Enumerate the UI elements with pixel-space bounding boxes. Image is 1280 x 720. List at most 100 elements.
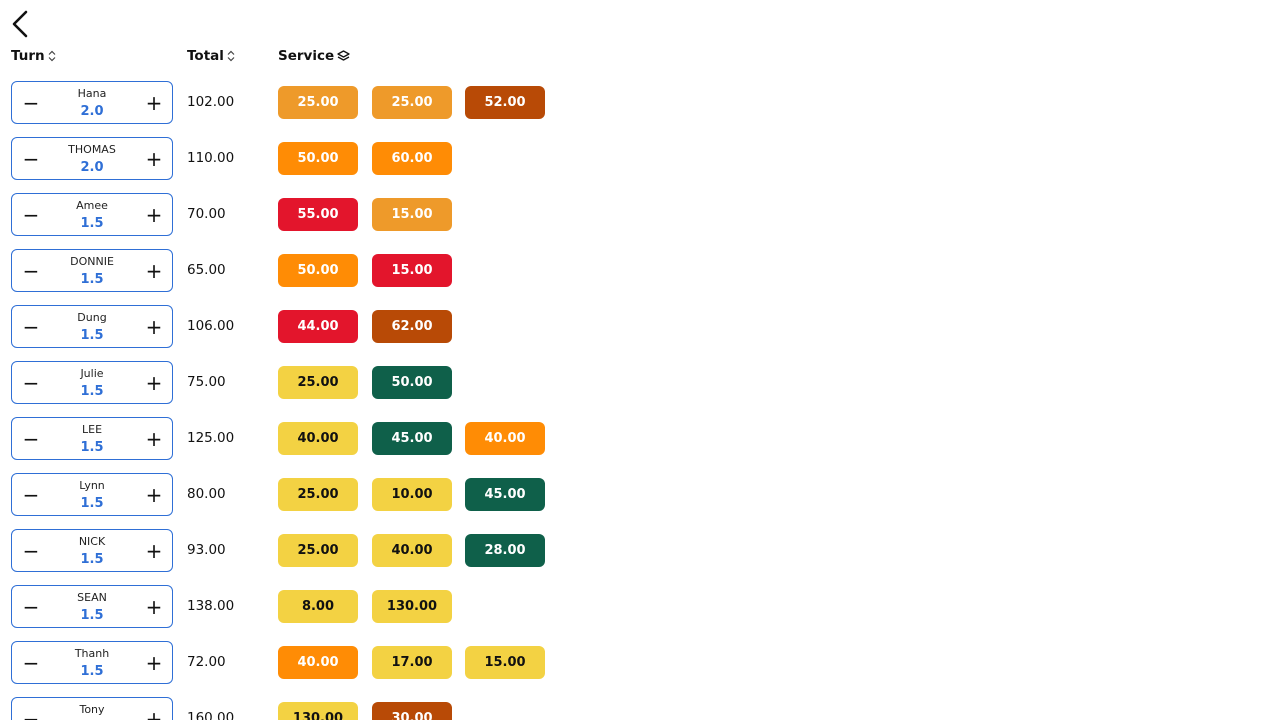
turn-value: 1.5 xyxy=(80,664,104,679)
service-chip[interactable]: 28.00 xyxy=(465,534,545,567)
total-value: 106.00 xyxy=(187,318,235,334)
sort-updown-icon xyxy=(48,50,56,62)
turn-value: 1.5 xyxy=(80,272,104,287)
service-chip[interactable]: 8.00 xyxy=(278,590,358,623)
service-chip[interactable]: 55.00 xyxy=(278,198,358,231)
plus-icon[interactable]: + xyxy=(143,259,165,283)
minus-icon[interactable]: − xyxy=(20,595,42,619)
service-chip[interactable]: 25.00 xyxy=(278,478,358,511)
turn-stepper[interactable]: − Hana 2.0 + xyxy=(11,81,173,124)
turn-value: 1.5 xyxy=(80,384,104,399)
plus-icon[interactable]: + xyxy=(143,427,165,451)
plus-icon[interactable]: + xyxy=(143,371,165,395)
total-value: 138.00 xyxy=(187,598,235,614)
minus-icon[interactable]: − xyxy=(20,203,42,227)
total-value: 75.00 xyxy=(187,374,226,390)
turn-stepper[interactable]: − NICK 1.5 + xyxy=(11,529,173,572)
turn-value: 1.5 xyxy=(80,440,104,455)
service-chip[interactable]: 45.00 xyxy=(372,422,452,455)
minus-icon[interactable]: − xyxy=(20,539,42,563)
plus-icon[interactable]: + xyxy=(143,203,165,227)
turn-value: 1.5 xyxy=(80,328,104,343)
service-column-header[interactable]: Service xyxy=(278,48,350,64)
minus-icon[interactable]: − xyxy=(20,483,42,507)
staff-name: THOMAS xyxy=(68,143,116,156)
turn-stepper[interactable]: − Amee 1.5 + xyxy=(11,193,173,236)
service-chip[interactable]: 45.00 xyxy=(465,478,545,511)
turn-stepper[interactable]: − Julie 1.5 + xyxy=(11,361,173,404)
service-chip[interactable]: 40.00 xyxy=(465,422,545,455)
service-chip[interactable]: 10.00 xyxy=(372,478,452,511)
total-value: 110.00 xyxy=(187,150,235,166)
service-chip[interactable]: 130.00 xyxy=(372,590,452,623)
turn-stepper[interactable]: − SEAN 1.5 + xyxy=(11,585,173,628)
table-row: − NICK 1.5 +93.00 25.00 40.00 28.00 xyxy=(0,529,1280,573)
plus-icon[interactable]: + xyxy=(143,147,165,171)
service-chip[interactable]: 25.00 xyxy=(278,366,358,399)
service-chip[interactable]: 17.00 xyxy=(372,646,452,679)
service-chip[interactable]: 44.00 xyxy=(278,310,358,343)
service-chip[interactable]: 25.00 xyxy=(278,86,358,119)
turn-stepper[interactable]: − Thanh 1.5 + xyxy=(11,641,173,684)
table-row: − THOMAS 2.0 +110.00 50.00 60.00 xyxy=(0,137,1280,181)
plus-icon[interactable]: + xyxy=(143,651,165,675)
staff-name: Amee xyxy=(76,199,108,212)
minus-icon[interactable]: − xyxy=(20,651,42,675)
staff-name: NICK xyxy=(78,535,106,548)
total-value: 102.00 xyxy=(187,94,235,110)
staff-name: Hana xyxy=(77,87,107,100)
total-header-label: Total xyxy=(187,48,224,64)
service-chip[interactable]: 52.00 xyxy=(465,86,545,119)
service-chip[interactable]: 25.00 xyxy=(278,534,358,567)
total-value: 125.00 xyxy=(187,430,235,446)
minus-icon[interactable]: − xyxy=(20,315,42,339)
table-header: Turn Total Service xyxy=(0,48,1280,66)
service-chip[interactable]: 50.00 xyxy=(278,142,358,175)
turn-value: 2.0 xyxy=(80,104,104,119)
service-chip[interactable]: 15.00 xyxy=(372,198,452,231)
total-column-header[interactable]: Total xyxy=(187,48,235,64)
service-chip[interactable]: 60.00 xyxy=(372,142,452,175)
plus-icon[interactable]: + xyxy=(143,595,165,619)
staff-name: LEE xyxy=(81,423,103,436)
total-value: 93.00 xyxy=(187,542,226,558)
table-row: − Hana 2.0 +102.00 25.00 25.00 52.00 xyxy=(0,81,1280,125)
turn-stepper[interactable]: − Lynn 1.5 + xyxy=(11,473,173,516)
minus-icon[interactable]: − xyxy=(20,371,42,395)
service-chip[interactable]: 62.00 xyxy=(372,310,452,343)
turn-stepper[interactable]: − THOMAS 2.0 + xyxy=(11,137,173,180)
turn-stepper[interactable]: − DONNIE 1.5 + xyxy=(11,249,173,292)
staff-name: SEAN xyxy=(77,591,107,604)
turn-value: 1.5 xyxy=(80,496,104,511)
minus-icon[interactable]: − xyxy=(20,91,42,115)
plus-icon[interactable]: + xyxy=(143,315,165,339)
service-chip[interactable]: 50.00 xyxy=(372,366,452,399)
table-row: − SEAN 1.5 +138.00 8.00 130.00 xyxy=(0,585,1280,629)
service-chip[interactable]: 40.00 xyxy=(278,646,358,679)
service-chip[interactable]: 40.00 xyxy=(278,422,358,455)
staff-name: Lynn xyxy=(79,479,105,492)
turn-column-header[interactable]: Turn xyxy=(11,48,56,64)
plus-icon[interactable]: + xyxy=(143,483,165,507)
total-value: 70.00 xyxy=(187,206,226,222)
table-row: − Thanh 1.5 +72.00 40.00 17.00 15.00 xyxy=(0,641,1280,685)
minus-icon[interactable]: − xyxy=(20,147,42,171)
plus-icon[interactable]: + xyxy=(143,91,165,115)
turn-value: 1.5 xyxy=(80,216,104,231)
service-chip[interactable]: 40.00 xyxy=(372,534,452,567)
service-chip[interactable]: 50.00 xyxy=(278,254,358,287)
turn-stepper[interactable]: − Dung 1.5 + xyxy=(11,305,173,348)
service-chip[interactable]: 15.00 xyxy=(372,254,452,287)
service-chip[interactable]: 15.00 xyxy=(465,646,545,679)
turn-stepper[interactable]: − LEE 1.5 + xyxy=(11,417,173,460)
minus-icon[interactable]: − xyxy=(20,427,42,451)
service-chip[interactable]: 25.00 xyxy=(372,86,452,119)
minus-icon[interactable]: − xyxy=(20,259,42,283)
table-row: − LEE 1.5 +125.00 40.00 45.00 40.00 xyxy=(0,417,1280,461)
turn-value: 1.5 xyxy=(80,608,104,623)
service-header-label: Service xyxy=(278,48,335,64)
back-button[interactable] xyxy=(8,8,32,40)
layers-icon xyxy=(337,49,350,63)
plus-icon[interactable]: + xyxy=(143,539,165,563)
staff-name: Dung xyxy=(77,311,107,324)
